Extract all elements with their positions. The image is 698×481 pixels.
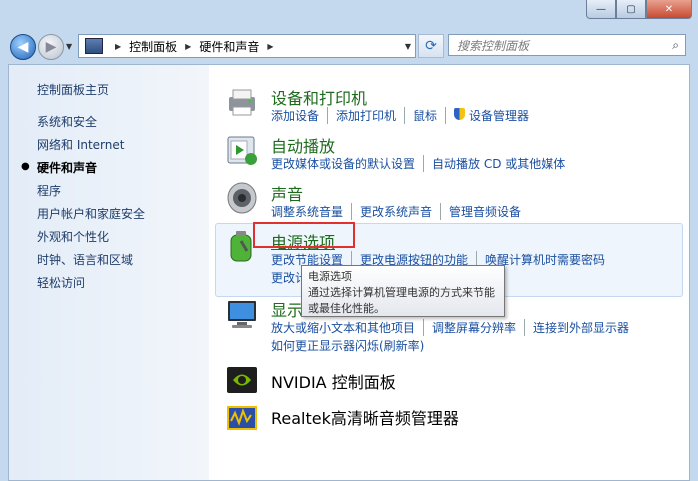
sidebar-item-system-security[interactable]: 系统和安全 [37, 113, 97, 130]
minimize-button[interactable]: — [586, 0, 616, 19]
sidebar-item-user-accounts[interactable]: 用户帐户和家庭安全 [37, 205, 145, 222]
link-correct-flicker[interactable]: 如何更正显示器闪烁(刷新率) [271, 337, 424, 354]
back-button[interactable]: ◀ [10, 34, 36, 60]
refresh-icon: ⟳ [425, 38, 437, 54]
sidebar-item-ease-access[interactable]: 轻松访问 [37, 274, 85, 291]
recent-pages-dropdown[interactable]: ▼ [66, 42, 72, 51]
category-links: 放大或缩小文本和其他项目 调整屏幕分辨率 连接到外部显示器 [271, 319, 637, 336]
sidebar-item-hardware-sound[interactable]: 硬件和声音 [37, 159, 97, 176]
maximize-button[interactable]: ▢ [616, 0, 646, 19]
realtek-icon [227, 406, 257, 430]
sidebar-item-programs[interactable]: 程序 [37, 182, 61, 199]
sidebar-item-clock-region[interactable]: 时钟、语言和区域 [37, 251, 133, 268]
link-enlarge-text[interactable]: 放大或缩小文本和其他项目 [271, 319, 423, 336]
tooltip-text: 通过选择计算机管理电源的方式来节能或最佳化性能。 [308, 286, 495, 315]
main-panel: 设备和打印机 添加设备 添加打印机 鼠标 设备管理器 自动播放 更改媒体或设备的… [209, 65, 689, 480]
window-controls: — ▢ ✕ [586, 0, 692, 19]
refresh-button[interactable]: ⟳ [418, 34, 444, 58]
breadcrumb-hardware-sound[interactable]: 硬件和声音 [199, 38, 259, 55]
arrow-left-icon: ◀ [17, 39, 29, 55]
link-add-printer[interactable]: 添加打印机 [327, 107, 404, 124]
link-device-manager[interactable]: 设备管理器 [445, 107, 537, 124]
category-title[interactable]: 设备和打印机 [271, 85, 367, 109]
search-icon[interactable]: ⌕ [672, 38, 679, 53]
link-adjust-volume[interactable]: 调整系统音量 [271, 203, 351, 220]
nvidia-icon [227, 367, 257, 393]
category-title[interactable]: 声音 [271, 181, 303, 205]
highlight-annotation-box [253, 222, 355, 248]
printer-icon [229, 89, 255, 116]
link-change-system-sounds[interactable]: 更改系统声音 [351, 203, 440, 220]
monitor-icon [228, 301, 256, 328]
sidebar-item-home[interactable]: 控制面板主页 [37, 81, 109, 98]
link-manage-audio-devices[interactable]: 管理音频设备 [440, 203, 529, 220]
category-title[interactable]: 自动播放 [271, 133, 335, 157]
category-links: 更改媒体或设备的默认设置 自动播放 CD 或其他媒体 [271, 155, 573, 172]
control-panel-icon [85, 38, 103, 54]
category-title[interactable]: Realtek高清晰音频管理器 [271, 405, 459, 429]
search-placeholder: 搜索控制面板 [457, 38, 530, 53]
link-adjust-resolution[interactable]: 调整屏幕分辨率 [423, 319, 524, 336]
tooltip-power-options: 电源选项 通过选择计算机管理电源的方式来节能或最佳化性能。 [301, 265, 505, 317]
autoplay-icon [227, 136, 257, 165]
uac-shield-icon [454, 108, 466, 120]
sidebar-item-appearance[interactable]: 外观和个性化 [37, 228, 109, 245]
link-device-manager-label: 设备管理器 [469, 109, 530, 123]
category-title[interactable]: 显示 [271, 297, 303, 321]
address-dropdown-icon[interactable]: ▼ [405, 42, 411, 51]
speaker-icon [227, 182, 257, 214]
navigation-bar: ◀ ▶ ▼ ▶ 控制面板 ▶ 硬件和声音 ▶ ▼ ⟳ 搜索控制面板 ⌕ [0, 26, 698, 64]
link-add-device[interactable]: 添加设备 [271, 107, 327, 124]
link-change-default-media[interactable]: 更改媒体或设备的默认设置 [271, 155, 423, 172]
tooltip-title: 电源选项 [308, 270, 352, 283]
chevron-right-icon[interactable]: ▶ [115, 42, 121, 51]
content-area: 控制面板主页 系统和安全 网络和 Internet ● 硬件和声音 程序 用户帐… [8, 64, 690, 481]
category-links: 添加设备 添加打印机 鼠标 设备管理器 [271, 107, 537, 124]
chevron-right-icon[interactable]: ▶ [185, 42, 191, 51]
close-button[interactable]: ✕ [646, 0, 692, 19]
control-panel-window: — ▢ ✕ ◀ ▶ ▼ ▶ 控制面板 ▶ 硬件和声音 ▶ ▼ ⟳ 搜索控制面板 … [0, 0, 698, 481]
link-connect-external-display[interactable]: 连接到外部显示器 [524, 319, 637, 336]
active-bullet-icon: ● [21, 161, 30, 172]
link-mouse[interactable]: 鼠标 [404, 107, 445, 124]
address-bar[interactable]: ▶ 控制面板 ▶ 硬件和声音 ▶ ▼ [78, 34, 416, 58]
category-title[interactable]: NVIDIA 控制面板 [271, 369, 396, 393]
chevron-right-icon[interactable]: ▶ [267, 42, 273, 51]
forward-button[interactable]: ▶ [38, 34, 64, 60]
category-links: 调整系统音量 更改系统声音 管理音频设备 [271, 203, 529, 220]
search-input[interactable]: 搜索控制面板 ⌕ [448, 34, 686, 56]
link-autoplay-cd[interactable]: 自动播放 CD 或其他媒体 [423, 155, 573, 172]
breadcrumb-control-panel[interactable]: 控制面板 [129, 38, 177, 55]
sidebar: 控制面板主页 系统和安全 网络和 Internet ● 硬件和声音 程序 用户帐… [9, 65, 209, 480]
arrow-right-icon: ▶ [45, 39, 57, 55]
sidebar-item-network[interactable]: 网络和 Internet [37, 136, 124, 153]
